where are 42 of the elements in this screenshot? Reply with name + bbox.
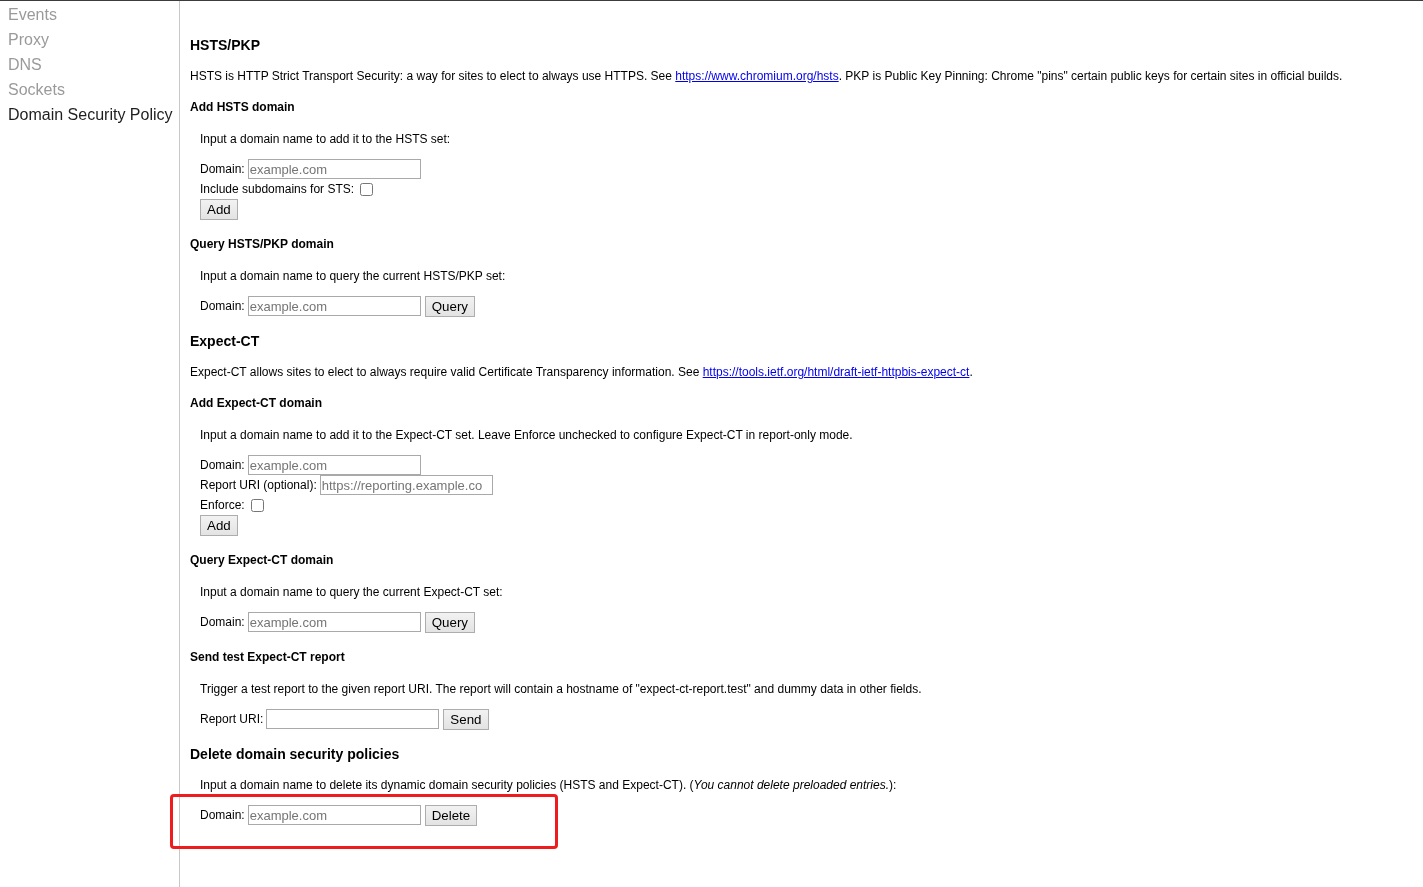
description-text: HSTS is HTTP Strict Transport Security: a way for sites to elect to always use HTTPS. See https://www.chromium.org/hsts. PKP is Public Key Pinning: Chrome "pins" certain public keys for certain sites in official builds. xyxy=(190,68,1343,84)
description-text: Expect-CT allows sites to elect to always require valid Certificate Transparency information. See https://tools.ietf.org/html/draft-ietf-httpbis-expect-ct. xyxy=(190,364,973,380)
section-title: Expect-CT xyxy=(190,332,260,350)
field-label: Report URI: xyxy=(200,711,264,727)
checkbox[interactable] xyxy=(250,498,264,512)
checkbox[interactable] xyxy=(360,182,374,196)
section-title: HSTS/PKP xyxy=(190,36,260,54)
section-subtitle: Add Expect-CT domain xyxy=(190,395,322,411)
text-field[interactable]: example.com xyxy=(247,612,421,632)
text-field[interactable]: example.com xyxy=(247,159,421,179)
section-subtitle: Add HSTS domain xyxy=(190,99,295,115)
field-label: Domain: xyxy=(200,161,245,177)
field-label: Domain: xyxy=(200,457,245,473)
section-subtitle: Send test Expect-CT report xyxy=(190,649,345,665)
field-label: Enforce: xyxy=(200,497,245,513)
link[interactable]: https://www.chromium.org/hsts xyxy=(675,69,839,83)
section-subtitle: Query Expect-CT domain xyxy=(190,552,334,568)
form-button[interactable]: Add xyxy=(200,198,238,220)
instruction-text: Input a domain name to delete its dynamic domain security policies (HSTS and Expect-CT). (You cannot delete preloaded entries.): xyxy=(200,777,897,793)
form-button[interactable]: Delete xyxy=(424,804,478,826)
field-label: Include subdomains for STS: xyxy=(200,181,355,197)
nav-item[interactable]: Domain Security Policy xyxy=(0,102,181,127)
text-field[interactable]: example.com xyxy=(247,296,421,316)
instruction-text: Input a domain name to query the current HSTS/PKP set: xyxy=(200,268,506,284)
instruction-text: Input a domain name to query the current Expect-CT set: xyxy=(200,584,503,600)
section-subtitle: Query HSTS/PKP domain xyxy=(190,236,334,252)
form-button[interactable]: Send xyxy=(443,708,489,730)
text-field[interactable]: example.com xyxy=(247,805,421,825)
field-label: Domain: xyxy=(200,807,245,823)
instruction-text: Input a domain name to add it to the Expect-CT set. Leave Enforce unchecked to configure Expect-CT in report-only mode. xyxy=(200,427,853,443)
field-label: Domain: xyxy=(200,298,245,314)
field-label: Report URI (optional): xyxy=(200,477,317,493)
field-label: Domain: xyxy=(200,614,245,630)
instruction-text: Input a domain name to add it to the HSTS set: xyxy=(200,131,451,147)
form-button[interactable]: Add xyxy=(200,514,238,536)
instruction-text: Trigger a test report to the given report URI. The report will contain a hostname of "expect-ct-report.test" and dummy data in other fields. xyxy=(200,681,922,697)
form-button[interactable]: Query xyxy=(424,295,475,317)
text-field[interactable] xyxy=(266,709,440,729)
text-field[interactable]: example.com xyxy=(247,455,421,475)
section-title: Delete domain security policies xyxy=(190,745,400,763)
form-button[interactable]: Query xyxy=(424,611,475,633)
text-field[interactable]: https://reporting.example.co xyxy=(319,475,493,495)
